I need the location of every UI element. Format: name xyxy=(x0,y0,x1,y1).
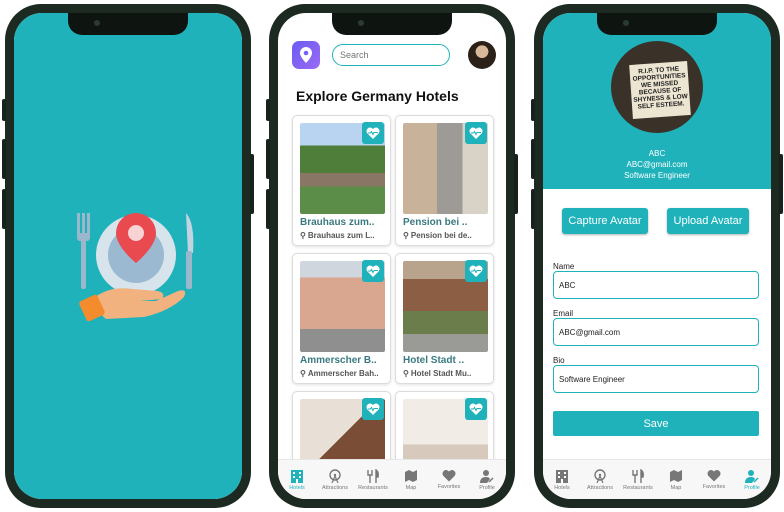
bottom-tab-bar: Hotels Attractions Restaurants Map Favor… xyxy=(278,459,506,499)
hotel-building-icon xyxy=(291,469,303,483)
hotel-address: ⚲ Ammerscher Bah.. xyxy=(300,369,379,378)
user-edit-icon xyxy=(480,469,494,483)
tab-restaurants[interactable]: Restaurants xyxy=(619,460,657,499)
favorite-heart-icon[interactable] xyxy=(362,260,384,282)
email-label: Email xyxy=(553,309,574,318)
hotel-title: Hotel Stadt .. xyxy=(403,355,465,366)
ferris-wheel-icon xyxy=(594,468,606,483)
tab-favorites[interactable]: Favorites xyxy=(430,460,468,499)
tab-hotels[interactable]: Hotels xyxy=(278,460,316,499)
hotel-title: Ammerscher B.. xyxy=(300,355,377,366)
phone-splash xyxy=(2,4,254,508)
app-location-icon[interactable] xyxy=(292,41,320,69)
fork-knife-icon xyxy=(367,468,379,483)
bio-field[interactable]: Software Engineer xyxy=(553,365,759,393)
hotel-card[interactable]: Hotel Stadt .. ⚲ Hotel Stadt Mu.. xyxy=(395,253,494,384)
splash-screen xyxy=(14,13,242,499)
profile-name: ABC xyxy=(648,149,666,158)
ferris-wheel-icon xyxy=(329,468,341,483)
tab-hotels[interactable]: Hotels xyxy=(543,460,581,499)
photo-sign: R.I.P. TO THE OPPORTUNITIES WE MISSED BE… xyxy=(629,61,691,119)
location-pin-icon: ⚲ xyxy=(403,369,409,378)
location-pin-icon: ⚲ xyxy=(300,369,306,378)
profile-email: ABC@gmail.com xyxy=(626,160,688,169)
hotel-title: Brauhaus zum.. xyxy=(300,217,375,228)
tab-restaurants[interactable]: Restaurants xyxy=(354,460,392,499)
tab-attractions[interactable]: Attractions xyxy=(581,460,619,499)
location-pin-icon: ⚲ xyxy=(300,231,306,240)
save-button[interactable]: Save xyxy=(553,411,759,436)
bottom-tab-bar: Hotels Attractions Restaurants Map Favor… xyxy=(543,459,771,499)
food-location-logo-icon xyxy=(77,213,194,322)
map-icon xyxy=(670,469,682,482)
profile-avatar[interactable]: R.I.P. TO THE OPPORTUNITIES WE MISSED BE… xyxy=(611,41,703,133)
tab-profile[interactable]: Profile xyxy=(733,460,771,499)
notch xyxy=(68,13,188,35)
page-title: Explore Germany Hotels xyxy=(296,88,459,104)
tab-attractions[interactable]: Attractions xyxy=(316,460,354,499)
name-field[interactable]: ABC xyxy=(553,271,759,299)
favorite-heart-icon[interactable] xyxy=(465,260,487,282)
tab-map[interactable]: Map xyxy=(657,460,695,499)
user-edit-icon xyxy=(745,469,759,483)
upload-avatar-button[interactable]: Upload Avatar xyxy=(667,208,749,234)
favorite-heart-icon[interactable] xyxy=(465,398,487,420)
bio-label: Bio xyxy=(553,356,565,365)
notch xyxy=(597,13,717,35)
phone-profile: R.I.P. TO THE OPPORTUNITIES WE MISSED BE… xyxy=(531,4,783,508)
tab-profile[interactable]: Profile xyxy=(468,460,506,499)
hotel-building-icon xyxy=(556,469,568,483)
capture-avatar-button[interactable]: Capture Avatar xyxy=(562,208,648,234)
profile-role: Software Engineer xyxy=(624,171,690,180)
heart-icon xyxy=(707,470,721,482)
hotel-card[interactable]: Pension bei .. ⚲ Pension bei de.. xyxy=(395,115,494,246)
tab-favorites[interactable]: Favorites xyxy=(695,460,733,499)
favorite-heart-icon[interactable] xyxy=(465,122,487,144)
email-field[interactable]: ABC@gmail.com xyxy=(553,318,759,346)
location-pin-icon: ⚲ xyxy=(403,231,409,240)
favorite-heart-icon[interactable] xyxy=(362,398,384,420)
map-icon xyxy=(405,469,417,482)
user-avatar[interactable] xyxy=(468,41,496,69)
hotel-card[interactable]: Brauhaus zum.. ⚲ Brauhaus zum L.. xyxy=(292,115,391,246)
hotel-address: ⚲ Hotel Stadt Mu.. xyxy=(403,369,472,378)
hotel-address: ⚲ Brauhaus zum L.. xyxy=(300,231,375,240)
profile-header: R.I.P. TO THE OPPORTUNITIES WE MISSED BE… xyxy=(543,13,771,189)
tab-map[interactable]: Map xyxy=(392,460,430,499)
heart-icon xyxy=(442,470,456,482)
hotel-title: Pension bei .. xyxy=(403,217,468,228)
fork-knife-icon xyxy=(632,468,644,483)
name-label: Name xyxy=(553,262,575,271)
favorite-heart-icon[interactable] xyxy=(362,122,384,144)
phone-explore: Explore Germany Hotels Brauhaus zum.. ⚲B… xyxy=(266,4,518,508)
notch xyxy=(332,13,452,35)
hotel-address: ⚲ Pension bei de.. xyxy=(403,231,472,240)
hotel-card[interactable]: Ammerscher B.. ⚲ Ammerscher Bah.. xyxy=(292,253,391,384)
search-input[interactable] xyxy=(332,44,450,66)
